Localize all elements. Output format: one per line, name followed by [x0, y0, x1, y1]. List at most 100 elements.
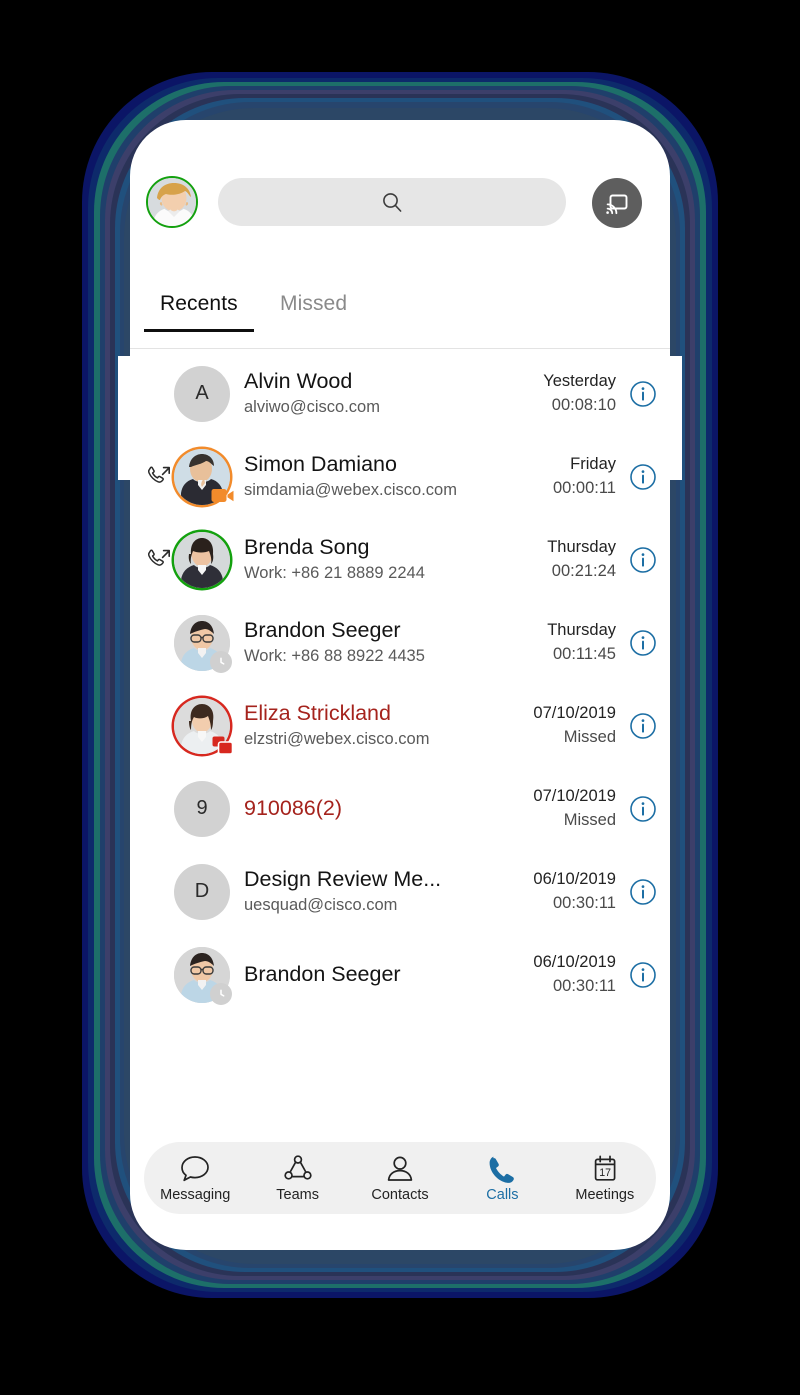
phone-screen: Recents Missed A Alvin Wood alviwo@cisco… [130, 120, 670, 1250]
call-date: Thursday [547, 537, 616, 556]
info-icon [630, 712, 656, 739]
share-badge [211, 735, 235, 755]
nav-item-meetings[interactable]: 17 Meetings [554, 1154, 656, 1203]
call-meta: 06/10/2019 00:30:11 [533, 868, 628, 915]
call-list-item[interactable]: Eliza Strickland elzstri@webex.cisco.com… [130, 684, 670, 767]
call-date: 07/10/2019 [533, 703, 616, 722]
nav-item-teams[interactable]: Teams [246, 1154, 348, 1203]
search-input[interactable] [218, 178, 566, 226]
call-date: Yesterday [543, 371, 616, 390]
call-list-item[interactable]: A Alvin Wood alviwo@cisco.com Yesterday … [130, 352, 670, 435]
app-header [130, 120, 670, 250]
info-icon [630, 463, 656, 490]
avatar[interactable]: A [174, 365, 230, 422]
call-direction [144, 547, 174, 573]
call-date: Thursday [547, 620, 616, 639]
avatar-initial: A [174, 365, 230, 422]
call-info-button[interactable] [628, 463, 658, 491]
call-date: 06/10/2019 [533, 869, 616, 888]
call-info-button[interactable] [628, 961, 658, 989]
tab-missed-label: Missed [280, 292, 348, 315]
clock-badge [210, 982, 232, 1005]
call-meta: 07/10/2019 Missed [533, 702, 628, 749]
person-icon [387, 1156, 413, 1181]
nav-item-messaging[interactable]: Messaging [144, 1154, 246, 1203]
call-meta: 06/10/2019 00:30:11 [533, 951, 628, 998]
tab-missed[interactable]: Missed [280, 292, 347, 332]
tab-bar: Recents Missed [130, 278, 670, 350]
call-date: 07/10/2019 [533, 786, 616, 805]
nav-label: Messaging [160, 1186, 231, 1203]
call-list-item[interactable]: Brandon Seeger 06/10/2019 00:30:11 [130, 933, 670, 1016]
nav-label: Meetings [575, 1186, 635, 1203]
bottom-navigation: Messaging Teams Contacts Calls 17 Meetin… [144, 1142, 656, 1214]
call-list-item[interactable]: 9 910086(2) 07/10/2019 Missed [130, 767, 670, 850]
call-text-block: Simon Damiano simdamia@webex.cisco.com [244, 452, 553, 501]
avatar[interactable]: 9 [174, 780, 230, 837]
call-duration: Missed [563, 728, 616, 747]
call-info-button[interactable] [628, 878, 658, 906]
call-list[interactable]: A Alvin Wood alviwo@cisco.com Yesterday … [130, 352, 670, 1112]
info-icon [630, 961, 656, 988]
call-list-item[interactable]: Brandon Seeger Work: +86 88 8922 4435 Th… [130, 601, 670, 684]
cast-button[interactable] [592, 178, 642, 228]
phone-mockup: Recents Missed A Alvin Wood alviwo@cisco… [0, 0, 800, 1395]
call-duration: 00:21:24 [551, 562, 616, 581]
screen-share-icon [212, 736, 234, 755]
caller-subtitle: Work: +86 21 8889 2244 [244, 563, 425, 582]
call-date: Friday [570, 454, 616, 473]
tab-recents[interactable]: Recents [144, 292, 254, 332]
call-list-item[interactable]: Brenda Song Work: +86 21 8889 2244 Thurs… [130, 518, 670, 601]
chat-bubble-icon [181, 1155, 210, 1181]
info-icon [630, 795, 656, 822]
call-text-block: Brandon Seeger [244, 962, 533, 987]
avatar[interactable] [174, 946, 232, 1005]
call-meta: 07/10/2019 Missed [533, 785, 628, 832]
caller-name: Brenda Song [244, 535, 370, 560]
caller-name: Brandon Seeger [244, 961, 401, 986]
nav-item-contacts[interactable]: Contacts [349, 1154, 451, 1203]
call-duration: 00:08:10 [551, 396, 616, 415]
call-info-button[interactable] [628, 795, 658, 823]
call-list-item[interactable]: Simon Damiano simdamia@webex.cisco.com F… [130, 435, 670, 518]
call-info-button[interactable] [628, 546, 658, 574]
avatar[interactable] [146, 176, 198, 228]
call-duration: 00:30:11 [552, 894, 616, 913]
panel-overhang-right [668, 356, 682, 480]
call-duration: 00:30:11 [552, 977, 616, 996]
call-meta: Friday 00:00:11 [553, 453, 628, 500]
nav-label: Contacts [371, 1186, 429, 1203]
phone-icon [490, 1156, 515, 1183]
avatar[interactable]: D [174, 863, 230, 920]
caller-name: Brandon Seeger [244, 618, 401, 643]
caller-name: 910086(2) [244, 795, 343, 820]
call-duration: 00:11:45 [552, 645, 616, 664]
call-info-button[interactable] [628, 629, 658, 657]
avatar[interactable] [174, 448, 234, 505]
call-text-block: Eliza Strickland elzstri@webex.cisco.com [244, 701, 533, 750]
video-camera-icon [211, 488, 234, 502]
calendar-day: 17 [599, 1166, 611, 1178]
call-list-item[interactable]: D Design Review Me... uesquad@cisco.com … [130, 850, 670, 933]
avatar[interactable] [174, 531, 230, 588]
clock-icon [213, 654, 229, 669]
caller-name: Alvin Wood [244, 369, 353, 394]
nav-item-calls[interactable]: Calls [451, 1154, 553, 1203]
avatar[interactable] [174, 697, 234, 755]
call-text-block: Brandon Seeger Work: +86 88 8922 4435 [244, 618, 547, 667]
call-info-button[interactable] [628, 380, 658, 408]
caller-subtitle: alviwo@cisco.com [244, 397, 380, 416]
call-date: 06/10/2019 [533, 952, 616, 971]
self-avatar-photo [148, 178, 196, 226]
call-duration: 00:00:11 [552, 479, 616, 498]
call-text-block: Design Review Me... uesquad@cisco.com [244, 867, 533, 916]
caller-subtitle: Work: +86 88 8922 4435 [244, 646, 425, 665]
info-icon [630, 878, 656, 905]
avatar-initial: 9 [174, 780, 230, 837]
outgoing-call-icon [148, 466, 170, 483]
call-info-button[interactable] [628, 712, 658, 740]
tab-recents-label: Recents [160, 292, 238, 315]
avatar[interactable] [174, 614, 232, 673]
nav-label: Teams [276, 1186, 319, 1203]
info-icon [630, 546, 656, 573]
